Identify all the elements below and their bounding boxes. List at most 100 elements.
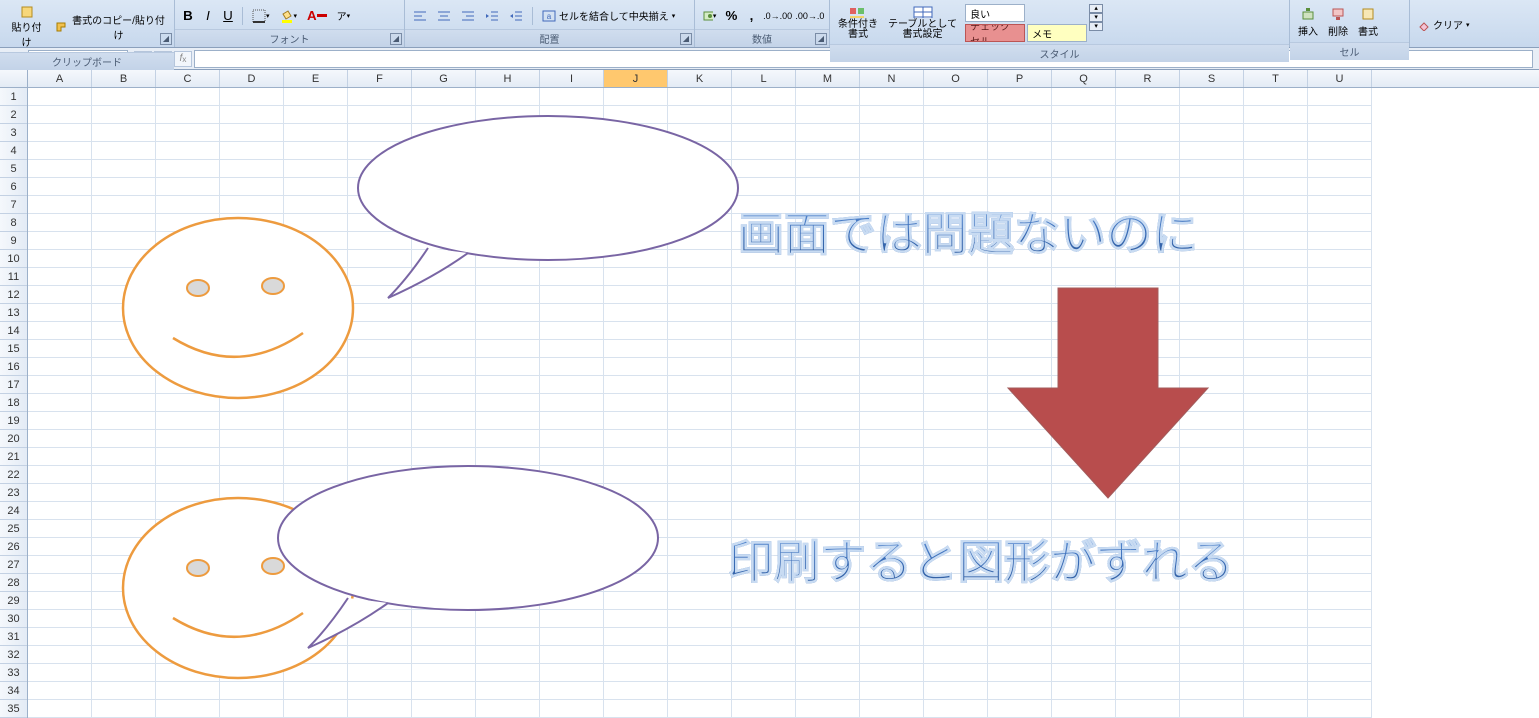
row-header-31[interactable]: 31 [0,628,27,646]
paste-button[interactable]: 貼り付け [4,2,49,52]
col-header-O[interactable]: O [924,70,988,87]
style-scroll-up[interactable]: ▴ [1089,4,1103,13]
select-all-corner[interactable] [0,70,28,87]
col-header-G[interactable]: G [412,70,476,87]
col-header-K[interactable]: K [668,70,732,87]
fill-color-button[interactable]: ▾ [276,6,302,26]
insert-cells-button[interactable]: 挿入 [1294,2,1322,42]
col-header-N[interactable]: N [860,70,924,87]
row-header-10[interactable]: 10 [0,250,27,268]
row-header-35[interactable]: 35 [0,700,27,718]
row-header-11[interactable]: 11 [0,268,27,286]
style-scroll-more[interactable]: ▾ [1089,22,1103,31]
row-header-20[interactable]: 20 [0,430,27,448]
italic-button[interactable]: I [199,6,217,26]
underline-button[interactable]: U [219,6,237,26]
row-header-19[interactable]: 19 [0,412,27,430]
font-dialog-launcher[interactable]: ◢ [390,33,402,45]
phonetic-button[interactable]: ア▾ [333,6,355,26]
row-header-21[interactable]: 21 [0,448,27,466]
paste-icon [20,5,34,19]
number-dialog-launcher[interactable]: ◢ [815,33,827,45]
style-memo[interactable]: メモ [1027,24,1087,42]
style-scroll-down[interactable]: ▾ [1089,13,1103,22]
row-header-5[interactable]: 5 [0,160,27,178]
indent-decrease-button[interactable] [481,6,503,26]
row-header-29[interactable]: 29 [0,592,27,610]
col-header-E[interactable]: E [284,70,348,87]
row-header-9[interactable]: 9 [0,232,27,250]
style-check-cell[interactable]: チェック セル [965,24,1025,42]
col-header-F[interactable]: F [348,70,412,87]
clear-button[interactable]: クリア ▾ [1414,15,1474,35]
bold-button[interactable]: B [179,6,197,26]
col-header-A[interactable]: A [28,70,92,87]
row-header-33[interactable]: 33 [0,664,27,682]
row-header-28[interactable]: 28 [0,574,27,592]
increase-decimal-button[interactable]: .0→.00 [762,6,792,26]
merge-center-button[interactable]: a セルを結合して中央揃え ▾ [538,6,679,26]
format-cells-button[interactable]: 書式 [1354,2,1382,42]
col-header-U[interactable]: U [1308,70,1372,87]
row-header-16[interactable]: 16 [0,358,27,376]
comma-button[interactable]: , [742,6,760,26]
style-good[interactable]: 良い [965,4,1025,22]
col-header-M[interactable]: M [796,70,860,87]
clear-label: クリア [1433,17,1463,32]
format-as-table-button[interactable]: テーブルとして 書式設定 [884,3,961,43]
col-header-J[interactable]: J [604,70,668,87]
col-header-I[interactable]: I [540,70,604,87]
row-header-7[interactable]: 7 [0,196,27,214]
row-header-27[interactable]: 27 [0,556,27,574]
delete-cells-button[interactable]: 削除 [1324,2,1352,42]
font-color-swatch [317,14,327,17]
col-header-S[interactable]: S [1180,70,1244,87]
format-painter-button[interactable]: 書式のコピー/貼り付け [51,17,170,37]
col-header-Q[interactable]: Q [1052,70,1116,87]
row-header-24[interactable]: 24 [0,502,27,520]
row-header-22[interactable]: 22 [0,466,27,484]
insert-function-button[interactable]: fx [174,51,192,67]
align-left-button[interactable] [409,6,431,26]
col-header-D[interactable]: D [220,70,284,87]
col-header-B[interactable]: B [92,70,156,87]
row-header-18[interactable]: 18 [0,394,27,412]
col-header-L[interactable]: L [732,70,796,87]
row-header-13[interactable]: 13 [0,304,27,322]
row-header-23[interactable]: 23 [0,484,27,502]
row-header-6[interactable]: 6 [0,178,27,196]
row-header-14[interactable]: 14 [0,322,27,340]
row-header-8[interactable]: 8 [0,214,27,232]
indent-increase-button[interactable] [505,6,527,26]
border-button[interactable]: ▾ [248,6,274,26]
clipboard-dialog-launcher[interactable]: ◢ [160,33,172,45]
font-color-button[interactable]: A [303,6,331,26]
row-header-25[interactable]: 25 [0,520,27,538]
ribbon-group-cells: 挿入 削除 書式 セル [1290,0,1410,47]
row-header-1[interactable]: 1 [0,88,27,106]
row-header-30[interactable]: 30 [0,610,27,628]
alignment-dialog-launcher[interactable]: ◢ [680,33,692,45]
row-header-4[interactable]: 4 [0,142,27,160]
percent-button[interactable]: % [722,6,740,26]
row-header-32[interactable]: 32 [0,646,27,664]
row-header-12[interactable]: 12 [0,286,27,304]
row-header-3[interactable]: 3 [0,124,27,142]
row-header-2[interactable]: 2 [0,106,27,124]
row-header-17[interactable]: 17 [0,376,27,394]
row-header-34[interactable]: 34 [0,682,27,700]
cells-area[interactable]: 画面では問題ないのに 印刷すると図形がずれる [28,88,1539,718]
col-header-R[interactable]: R [1116,70,1180,87]
currency-button[interactable]: ▾ [699,6,720,26]
col-header-P[interactable]: P [988,70,1052,87]
col-header-C[interactable]: C [156,70,220,87]
conditional-format-button[interactable]: 条件付き 書式 [834,3,882,43]
col-header-H[interactable]: H [476,70,540,87]
align-center-button[interactable] [433,6,455,26]
col-header-T[interactable]: T [1244,70,1308,87]
align-right-button[interactable] [457,6,479,26]
decrease-decimal-button[interactable]: .00→.0 [795,6,825,26]
row-header-26[interactable]: 26 [0,538,27,556]
clipboard-group-label: クリップボード [0,52,174,70]
row-header-15[interactable]: 15 [0,340,27,358]
